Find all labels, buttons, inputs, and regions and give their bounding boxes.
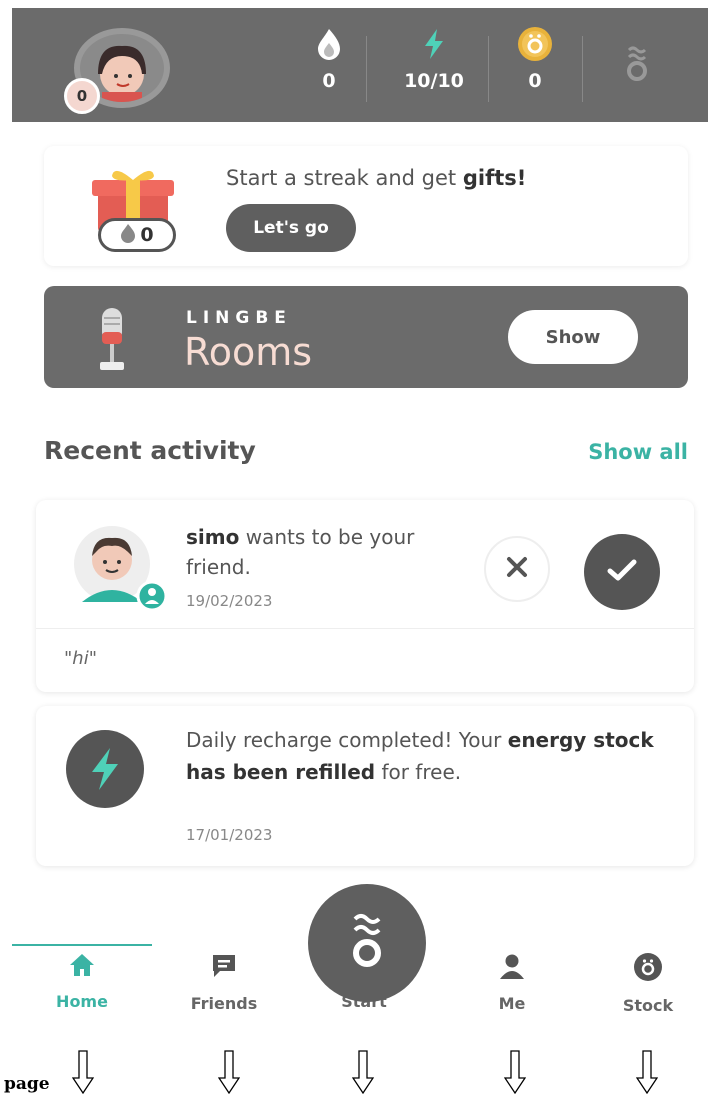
streak-text-prefix: Start a streak and get	[226, 166, 463, 190]
lingbe-logo-icon[interactable]	[612, 46, 662, 130]
lightning-icon	[422, 26, 446, 62]
friend-avatar[interactable]	[68, 522, 168, 612]
accept-button[interactable]	[584, 534, 660, 610]
stat-divider	[488, 36, 489, 102]
streak-stat[interactable]: 0	[294, 26, 364, 110]
nav-home[interactable]: Home	[22, 952, 142, 1011]
avatar-level-badge: 0	[64, 78, 100, 114]
person-icon	[498, 952, 526, 984]
nav-friends-label: Friends	[190, 994, 258, 1013]
recharge-text-prefix: Daily recharge completed! Your	[186, 728, 508, 752]
down-arrow-icon	[218, 1050, 240, 1094]
nav-stock-label: Stock	[622, 996, 674, 1015]
down-arrow-icon	[72, 1050, 94, 1094]
coin-icon	[517, 26, 553, 62]
nav-stock[interactable]: Stock	[588, 952, 708, 1015]
recharge-card: Daily recharge completed! Your energy st…	[36, 706, 694, 866]
chat-icon	[210, 952, 238, 984]
energy-count: 10/10	[404, 70, 464, 92]
lets-go-button[interactable]: Let's go	[226, 204, 356, 252]
energy-stat[interactable]: 10/10	[386, 26, 482, 110]
profile-avatar[interactable]: 0	[62, 28, 182, 114]
streak-promo-text: Start a streak and get gifts!	[226, 166, 526, 190]
friend-request-card: simo wants to be your friend. 19/02/2023…	[36, 500, 694, 692]
down-arrow-icon	[352, 1050, 374, 1094]
coins-stat[interactable]: 0	[500, 26, 570, 110]
streak-count: 0	[322, 70, 336, 92]
friend-request-message: simo wants to be your friend.	[186, 522, 476, 582]
rooms-brand: LINGBE	[186, 308, 292, 328]
top-status-bar: 0 0 10/10 0	[12, 8, 708, 122]
stat-divider	[366, 36, 367, 102]
rooms-title: Rooms	[184, 330, 313, 374]
lightning-icon	[66, 730, 144, 808]
card-divider	[36, 628, 694, 629]
nav-friends[interactable]: Friends	[164, 952, 284, 1013]
down-arrow-icon	[636, 1050, 658, 1094]
show-rooms-button[interactable]: Show	[508, 310, 638, 364]
decline-button[interactable]	[484, 536, 550, 602]
show-all-link[interactable]: Show all	[588, 440, 688, 464]
nav-me-label: Me	[498, 994, 526, 1013]
streak-text-bold: gifts!	[462, 166, 527, 190]
check-icon	[607, 558, 637, 586]
page-annotation-label: page	[4, 1074, 50, 1094]
friend-username[interactable]: simo	[186, 525, 239, 549]
flame-icon	[316, 26, 342, 62]
lingbe-logo-icon	[350, 913, 384, 973]
start-button[interactable]	[308, 884, 426, 1002]
lingbe-rooms-card[interactable]: LINGBE Rooms Show	[44, 286, 688, 388]
streak-counter-pill: 0	[98, 218, 176, 252]
stat-divider	[582, 36, 583, 102]
recharge-text-suffix: for free.	[375, 760, 462, 784]
recharge-message: Daily recharge completed! Your energy st…	[186, 724, 656, 788]
coin-icon	[633, 952, 663, 986]
recharge-date: 17/01/2023	[186, 826, 273, 844]
home-icon	[68, 952, 96, 982]
streak-promo-card: 0 Start a streak and get gifts! Let's go	[44, 146, 688, 266]
recent-activity-title: Recent activity	[44, 436, 256, 465]
streak-pill-value: 0	[140, 224, 154, 246]
friend-request-date: 19/02/2023	[186, 592, 273, 610]
nav-home-label: Home	[56, 992, 108, 1011]
nav-me[interactable]: Me	[452, 952, 572, 1013]
friend-request-quote: "hi"	[64, 648, 97, 669]
down-arrow-icon	[504, 1050, 526, 1094]
close-icon	[506, 556, 528, 582]
microphone-icon	[94, 304, 130, 374]
flame-icon	[120, 223, 136, 248]
coins-count: 0	[528, 70, 542, 92]
